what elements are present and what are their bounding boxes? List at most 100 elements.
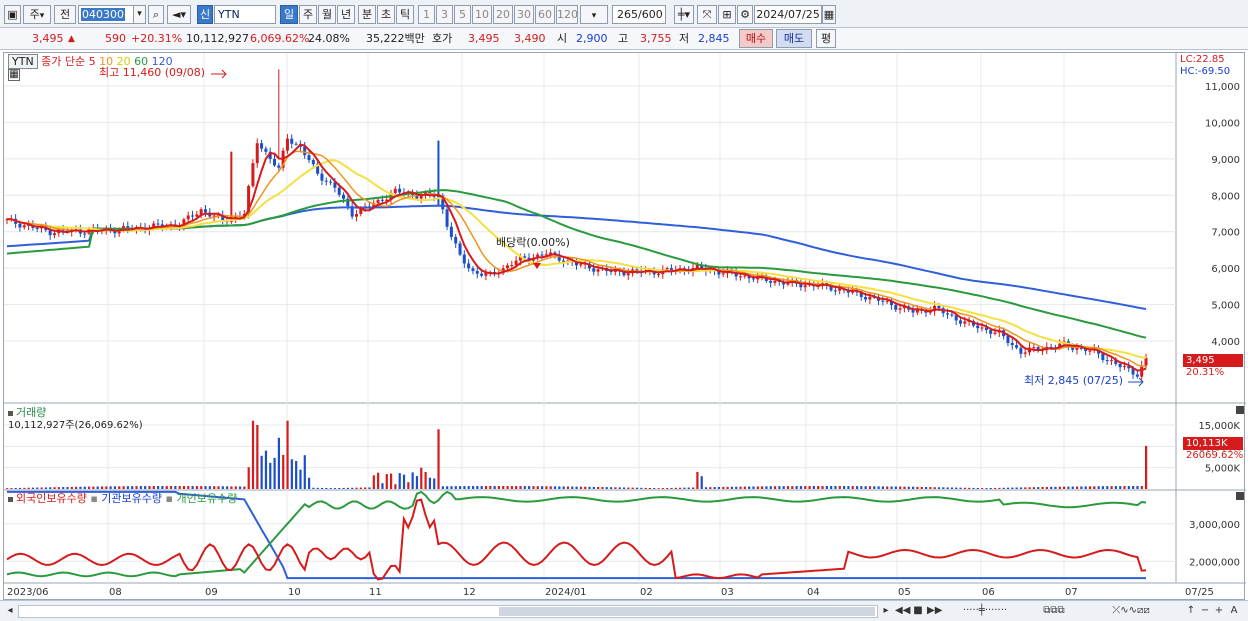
candle-body	[803, 285, 807, 288]
volume-bar	[312, 487, 315, 489]
volume-bar	[989, 488, 992, 489]
tab-monthly[interactable]: 월	[318, 5, 336, 24]
volume-bar	[916, 486, 919, 489]
volume-bar	[1127, 486, 1130, 489]
volume-bar	[346, 487, 350, 489]
stop-icon[interactable]: ■	[912, 604, 924, 619]
volume-bar	[972, 487, 975, 489]
interval-1[interactable]: 1	[418, 5, 435, 24]
chart-canvas[interactable]: 11,000 10,000 9,000 8,000 7,000 6,000 5,000 4,0…	[4, 53, 1246, 601]
pane-close-icon[interactable]	[1236, 492, 1244, 500]
candle-body	[285, 138, 289, 151]
indicator-icon[interactable]: ⤧	[697, 5, 717, 24]
volume-bar	[622, 487, 626, 489]
tab-second[interactable]: 초	[377, 5, 395, 24]
tab-daily[interactable]: 일	[280, 5, 298, 24]
candle-type-icon[interactable]: ╪▾	[674, 5, 694, 24]
candle-body	[743, 275, 747, 277]
settings-icon[interactable]: ⚙	[737, 5, 753, 24]
volume-bar	[592, 486, 595, 489]
x-tick-label: 03	[721, 587, 734, 598]
tab-tick[interactable]: 틱	[396, 5, 414, 24]
stock-tag[interactable]: YTN	[8, 54, 38, 69]
interval-3[interactable]: 3	[436, 5, 453, 24]
crosshair-icon[interactable]: ⊞	[718, 5, 736, 24]
volume-bar	[1063, 486, 1066, 489]
tab-yearly[interactable]: 년	[337, 5, 355, 24]
volume-bar	[264, 450, 268, 489]
volume-bar	[87, 486, 91, 489]
volume-bar	[683, 487, 686, 489]
candle-body	[1032, 347, 1036, 349]
play-icon[interactable]: ▶▶	[927, 604, 942, 619]
volume-bar	[1080, 486, 1083, 489]
up-icon[interactable]: ↑	[1184, 604, 1198, 619]
pane-close-icon[interactable]	[1236, 406, 1244, 414]
volume-bar	[847, 486, 850, 489]
chevron-down-icon: ▾	[39, 11, 45, 21]
layout-icons[interactable]: ⧉⧉⧉	[1026, 604, 1082, 619]
volume-bar	[756, 486, 759, 489]
volume-bar	[899, 486, 902, 489]
drawing-tools[interactable]: ⤫∿∿⧄⧄	[1082, 604, 1180, 619]
candle-body	[980, 327, 984, 329]
speaker-icon[interactable]: ◄▾	[167, 5, 191, 24]
scroll-left-icon[interactable]: ◂	[4, 604, 16, 619]
buy-button[interactable]: 매수	[739, 29, 773, 48]
data-count-field[interactable]: 265/600	[612, 5, 666, 24]
ask-price: 3,495	[468, 32, 500, 45]
interval-20[interactable]: 20	[493, 5, 513, 24]
pane-marker-icon	[8, 411, 13, 416]
interval-custom[interactable]: ▾	[580, 5, 608, 24]
y-tick-label: 3,000,000	[1189, 520, 1240, 531]
volume-bar	[187, 486, 190, 489]
scrollbar-track[interactable]	[18, 605, 878, 618]
tab-minute[interactable]: 분	[358, 5, 376, 24]
scrollbar-thumb[interactable]	[499, 607, 875, 616]
volume-bar	[1032, 487, 1036, 489]
period-select[interactable]: 주▾	[23, 5, 51, 24]
interval-10[interactable]: 10	[472, 5, 492, 24]
stock-name-field[interactable]: YTN	[214, 5, 276, 24]
candle-body	[320, 173, 324, 181]
candle-body	[471, 268, 475, 272]
candle-body	[1088, 350, 1092, 352]
zoom-slider[interactable]: ·····╪·······	[946, 604, 1024, 619]
zoom-out-icon[interactable]: −	[1199, 604, 1211, 619]
tab-weekly[interactable]: 주	[299, 5, 317, 24]
volume-bar	[230, 486, 233, 489]
interval-5[interactable]: 5	[454, 5, 471, 24]
candle-body	[1075, 347, 1079, 350]
open-price: 2,900	[576, 32, 608, 45]
search-icon[interactable]: ⌕	[148, 5, 164, 24]
interval-30[interactable]: 30	[514, 5, 534, 24]
volume-bar	[31, 487, 35, 489]
interval-120[interactable]: 120	[556, 5, 578, 24]
candle-body	[264, 148, 268, 152]
window-icon[interactable]: ▣	[4, 5, 21, 24]
font-size-icon[interactable]: A	[1227, 604, 1241, 619]
volume-bar	[217, 486, 220, 489]
interval-60[interactable]: 60	[535, 5, 555, 24]
calendar-icon[interactable]: ▦	[822, 5, 836, 24]
sell-button[interactable]: 매도	[776, 29, 812, 48]
scroll-right-icon[interactable]: ▸	[880, 604, 892, 619]
chart-area[interactable]: 11,000 10,000 9,000 8,000 7,000 6,000 5,000 4,0…	[3, 52, 1246, 601]
grid-icon[interactable]: ▦	[8, 69, 20, 81]
code-dropdown-icon[interactable]: ▾	[133, 5, 146, 24]
zoom-in-icon[interactable]: +	[1213, 604, 1225, 619]
date-field[interactable]: 2024/07/25	[754, 5, 822, 24]
data-count-total: /600	[638, 8, 663, 21]
avg-button[interactable]: 평	[816, 29, 836, 48]
candle-body	[1105, 360, 1109, 362]
candle-body	[885, 300, 889, 302]
prev-button[interactable]: 전	[54, 5, 76, 24]
holding-legend: 외국인보유수량 ▪ 기관보유수량 ▪ 개인보유수량	[8, 492, 237, 505]
volume-bar	[510, 486, 513, 489]
volume-bar	[963, 487, 966, 489]
volume-ratio: 6,069.62%	[250, 32, 310, 45]
stock-code-input[interactable]: 040300	[78, 5, 138, 24]
rewind-icon[interactable]: ◀◀	[895, 604, 910, 619]
volume-bar	[441, 486, 444, 489]
x-tick-label: 09	[205, 587, 218, 598]
